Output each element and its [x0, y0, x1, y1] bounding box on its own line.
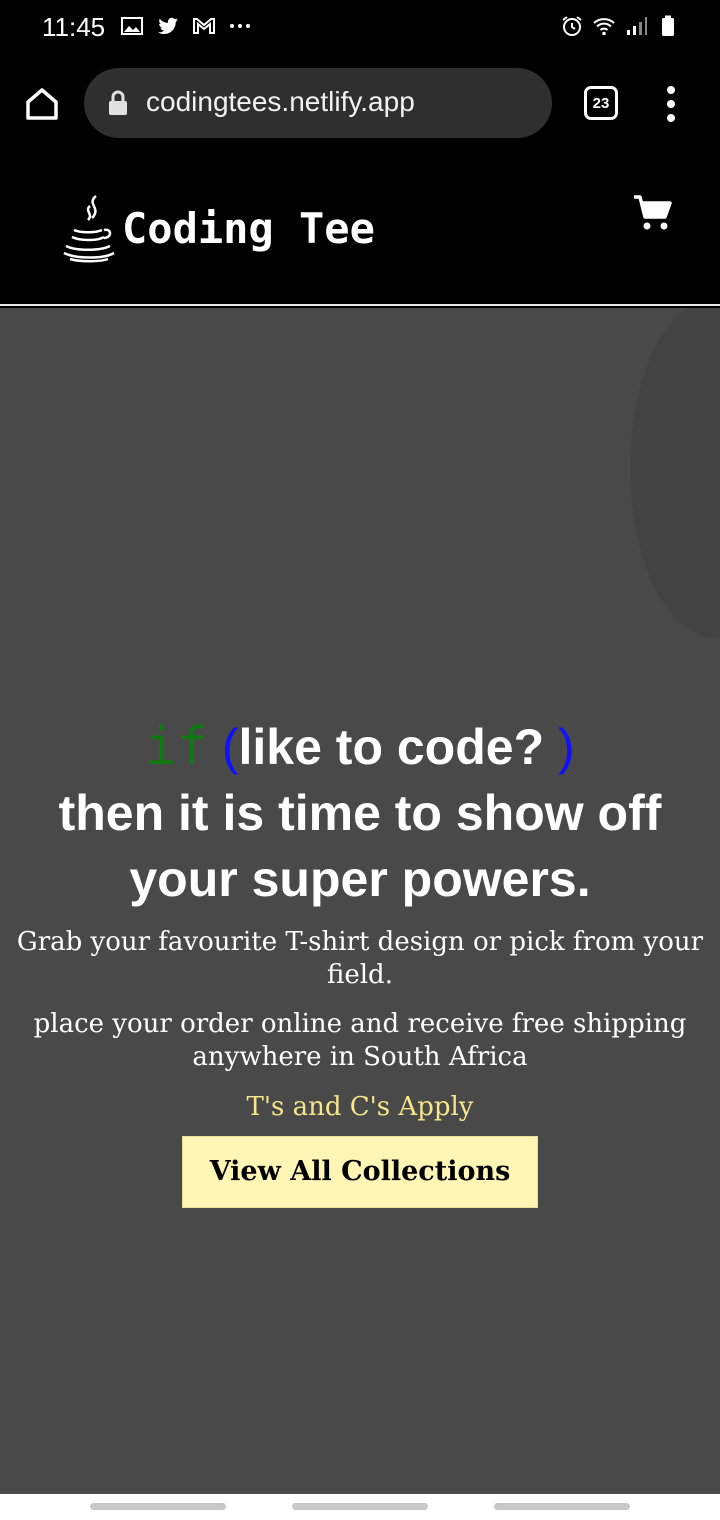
open-paren: ( [221, 719, 239, 775]
battery-icon [662, 15, 674, 36]
tab-switcher-button[interactable]: 23 [584, 86, 618, 120]
hero-section: if (like to code? ) then it is time to s… [0, 308, 720, 1494]
menu-dot [667, 86, 675, 94]
hero-content: if (like to code? ) then it is time to s… [0, 714, 720, 1208]
twitter-icon [158, 17, 178, 35]
shopping-cart-icon[interactable] [632, 194, 672, 232]
if-keyword: if [145, 717, 208, 777]
view-all-collections-button[interactable]: View All Collections [182, 1136, 538, 1208]
nav-recent-apps-button[interactable] [90, 1503, 226, 1510]
status-notification-icons [120, 14, 252, 38]
brand-name: Coding Tee [122, 203, 375, 253]
alarm-icon [562, 16, 582, 36]
address-bar[interactable]: codingtees.netlify.app [84, 68, 552, 138]
site-header: Coding Tee [0, 152, 720, 306]
status-bar: 11:45 [0, 0, 720, 56]
tab-count: 23 [592, 94, 610, 112]
gmail-icon [193, 18, 215, 34]
gallery-icon [121, 17, 143, 35]
menu-dot [667, 114, 675, 122]
background-decoration [630, 308, 720, 638]
hero-paragraph-shipping: place your order online and receive free… [33, 1009, 687, 1072]
hero-question: like to code? [238, 719, 559, 775]
nav-back-button[interactable] [494, 1503, 630, 1510]
nav-home-button[interactable] [292, 1503, 428, 1510]
status-system-icons [560, 14, 680, 38]
hero-headline: then it is time to show off your super p… [58, 785, 662, 907]
more-dots-icon [230, 24, 250, 28]
status-time: 11:45 [42, 12, 106, 42]
wifi-icon [593, 18, 615, 36]
menu-dot [667, 100, 675, 108]
hero-headline-code: if (like to code? ) [0, 714, 720, 780]
url-text: codingtees.netlify.app [146, 86, 415, 117]
close-paren: ) [558, 719, 575, 775]
system-navigation-bar [0, 1494, 720, 1520]
signal-icon [627, 17, 647, 35]
terms-link[interactable]: T's and C's Apply [0, 1092, 720, 1122]
java-cup-icon [63, 195, 115, 263]
hero-paragraph-design: Grab your favourite T-shirt design or pi… [16, 927, 704, 990]
brand-logo-link[interactable]: Coding Tee [60, 192, 375, 264]
browser-toolbar: codingtees.netlify.app 23 [0, 56, 720, 152]
home-icon[interactable] [22, 84, 62, 124]
browser-menu-button[interactable] [660, 86, 682, 122]
lock-icon [109, 90, 127, 115]
